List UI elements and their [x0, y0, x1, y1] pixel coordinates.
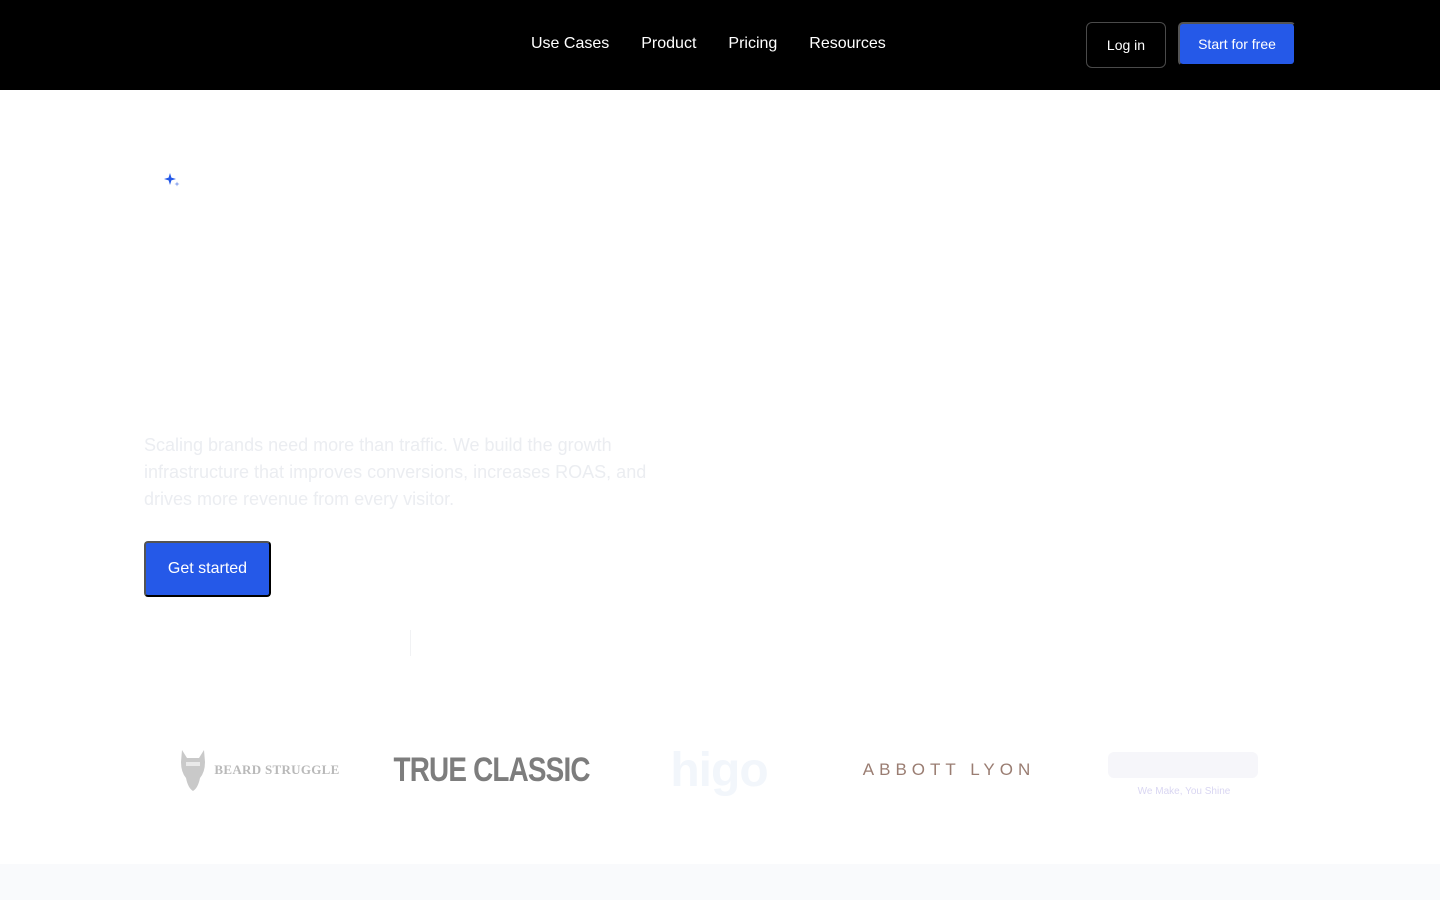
get-started-button[interactable]: Get started	[144, 541, 271, 597]
top-navigation: Use Cases Product Pricing Resources Log …	[0, 0, 1440, 90]
divider	[410, 630, 411, 656]
next-section-band	[0, 864, 1440, 900]
nav-link-pricing[interactable]: Pricing	[728, 33, 777, 55]
beard-struggle-logo: BEARD STRUGGLE	[174, 735, 344, 805]
higo-logo: higo	[644, 735, 794, 805]
higo-wordmark: higo	[670, 743, 768, 797]
start-for-free-button[interactable]: Start for free	[1178, 22, 1296, 66]
login-button[interactable]: Log in	[1086, 22, 1166, 68]
we-make-you-shine-logo: We Make, You Shine	[1099, 735, 1269, 805]
true-classic-wordmark: TRUE CLASSIC	[393, 750, 591, 789]
hero-subtitle: Scaling brands need more than traffic. W…	[144, 435, 647, 509]
customer-logos: BEARD STRUGGLE TRUE CLASSIC higo ABBOTT …	[144, 735, 1296, 805]
beard-icon	[181, 750, 206, 791]
sparkle-icon	[164, 173, 180, 187]
abbott-lyon-logo: ABBOTT LYON	[859, 735, 1039, 805]
abbott-lyon-wordmark: ABBOTT LYON	[862, 760, 1036, 779]
nav-link-product[interactable]: Product	[641, 33, 696, 55]
nav-link-resources[interactable]: Resources	[809, 33, 885, 55]
true-classic-logo: TRUE CLASSIC	[394, 735, 591, 805]
logo-tagline: We Make, You Shine	[1137, 785, 1231, 797]
nav-link-use-cases[interactable]: Use Cases	[531, 33, 609, 55]
nav-links: Use Cases Product Pricing Resources	[531, 33, 886, 55]
beard-struggle-wordmark: BEARD STRUGGLE	[214, 762, 340, 777]
brand-mark-icon	[1108, 751, 1258, 778]
